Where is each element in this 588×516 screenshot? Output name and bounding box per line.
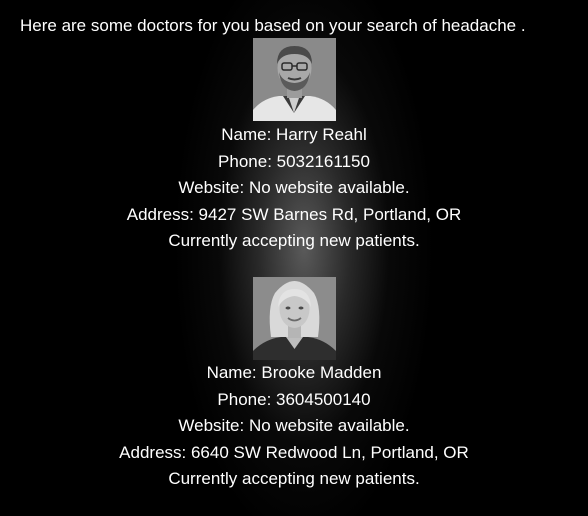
doctor-photo-male-icon xyxy=(252,38,336,121)
doctor-status: Currently accepting new patients. xyxy=(168,231,420,250)
doctor-card: Name: Brooke Madden Phone: 3604500140 We… xyxy=(0,277,588,493)
doctor-photo-female-icon xyxy=(252,277,336,360)
doctor-photo xyxy=(252,38,336,121)
doctor-address: Address: 9427 SW Barnes Rd, Portland, OR xyxy=(126,204,462,224)
doctor-name: Name: Brooke Madden xyxy=(206,363,382,382)
doctor-website: Website: No website available. xyxy=(178,178,410,197)
doctor-website: Website: No website available. xyxy=(178,416,410,435)
doctor-photo xyxy=(252,277,336,360)
doctor-address: Address: 6640 SW Redwood Ln, Portland, O… xyxy=(119,442,469,462)
doctor-name: Name: Harry Reahl xyxy=(221,125,367,144)
doctor-card: Name: Harry Reahl Phone: 5032161150 Webs… xyxy=(0,38,588,255)
search-results-message: Here are some doctors for you based on y… xyxy=(20,16,526,35)
doctor-phone: Phone: 5032161150 xyxy=(218,151,370,171)
doctor-phone: Phone: 3604500140 xyxy=(217,389,371,409)
doctor-status: Currently accepting new patients. xyxy=(168,469,420,488)
